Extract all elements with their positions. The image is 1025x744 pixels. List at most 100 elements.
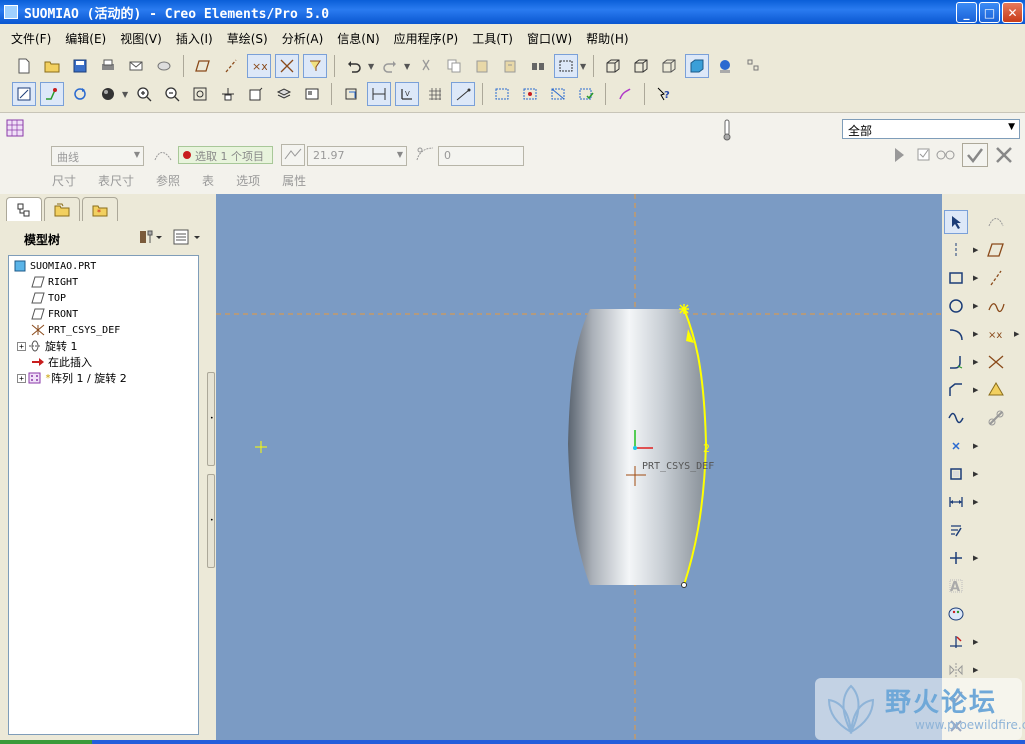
- value1-input[interactable]: 21.97 ▼: [307, 146, 407, 166]
- select-arrow-icon[interactable]: [944, 210, 968, 234]
- analysis-icon[interactable]: [984, 378, 1008, 402]
- cut-icon[interactable]: [414, 54, 438, 78]
- panel-splitter[interactable]: •: [207, 474, 215, 568]
- new-file-icon[interactable]: [12, 54, 36, 78]
- refit-icon[interactable]: [188, 82, 212, 106]
- accept-check-icon[interactable]: [962, 143, 988, 167]
- distance-type-icon[interactable]: [281, 144, 305, 166]
- send-link-icon[interactable]: [152, 54, 176, 78]
- arc-icon[interactable]: [944, 322, 968, 346]
- selection-box-icon[interactable]: [554, 54, 578, 78]
- datum-plane-tool-icon[interactable]: [191, 54, 215, 78]
- view-manager-icon[interactable]: [300, 82, 324, 106]
- copy-icon[interactable]: [442, 54, 466, 78]
- tab-tables[interactable]: 表: [202, 172, 214, 189]
- tree-node-revolve-1[interactable]: + 旋转 1: [17, 338, 78, 354]
- sketch-orientation-icon[interactable]: [12, 82, 36, 106]
- maximize-button[interactable]: □: [979, 2, 1000, 23]
- value2-input[interactable]: 0: [438, 146, 524, 166]
- minimize-button[interactable]: _: [956, 2, 977, 23]
- datum-csys-icon[interactable]: [984, 350, 1008, 374]
- help-whats-this-icon[interactable]: ?: [652, 82, 676, 106]
- tab-properties[interactable]: 属性: [282, 172, 306, 189]
- regenerate-icon[interactable]: [68, 82, 92, 106]
- print-icon[interactable]: [96, 54, 120, 78]
- tree-show-icon[interactable]: [172, 228, 202, 249]
- text-icon[interactable]: A: [944, 574, 968, 598]
- datum-curve-icon[interactable]: [984, 294, 1008, 318]
- expand-icon[interactable]: +: [17, 341, 26, 351]
- wireframe-icon[interactable]: [601, 54, 625, 78]
- trim-icon[interactable]: [944, 630, 968, 654]
- shade-closed-icon[interactable]: [546, 82, 570, 106]
- model-tree-display-icon[interactable]: [741, 54, 765, 78]
- palette-icon[interactable]: [944, 602, 968, 626]
- tree-node-top[interactable]: TOP: [31, 290, 66, 306]
- tree-node-front[interactable]: FRONT: [31, 306, 78, 322]
- menu-applications[interactable]: 应用程序(P): [387, 30, 466, 47]
- rectangle-icon[interactable]: [944, 266, 968, 290]
- tree-node-pattern[interactable]: + * 阵列 1 / 旋转 2: [17, 370, 127, 386]
- panel-splitter[interactable]: •: [207, 372, 215, 466]
- menu-file[interactable]: 文件(F): [4, 30, 58, 47]
- csys-display-icon[interactable]: [275, 54, 299, 78]
- graphics-canvas[interactable]: PRT_CSYS_DEF 2: [216, 194, 942, 740]
- favorites-tab-icon[interactable]: *: [82, 197, 118, 221]
- datum-point-display-icon[interactable]: ×x: [247, 54, 271, 78]
- pause-play-icon[interactable]: [892, 146, 906, 167]
- layers-icon[interactable]: [272, 82, 296, 106]
- chain-icon[interactable]: [984, 406, 1008, 430]
- centerline-icon[interactable]: [944, 238, 968, 262]
- redo-icon[interactable]: [378, 54, 402, 78]
- grid-display-icon[interactable]: [423, 82, 447, 106]
- menu-info[interactable]: 信息(N): [330, 30, 386, 47]
- selection-dropdown-icon[interactable]: ▼: [580, 62, 588, 71]
- point-icon[interactable]: [944, 434, 968, 458]
- folder-browser-tab-icon[interactable]: [44, 197, 80, 221]
- dimension-icon[interactable]: [944, 490, 968, 514]
- reorient-icon[interactable]: [216, 82, 240, 106]
- datum-plane-icon[interactable]: [984, 238, 1008, 262]
- graphics-window[interactable]: PRT_CSYS_DEF 2: [216, 194, 942, 740]
- orientation-dropdown-icon[interactable]: ▼: [122, 90, 130, 99]
- chamfer-icon[interactable]: [944, 378, 968, 402]
- curve-type-dropdown[interactable]: 曲线 ▼: [51, 146, 144, 166]
- selection-filter-dropdown[interactable]: 全部 ▼: [842, 119, 1020, 139]
- tree-node-csys[interactable]: PRT_CSYS_DEF: [31, 322, 120, 338]
- tab-dimensions[interactable]: 尺寸: [52, 172, 76, 189]
- menu-sketch[interactable]: 草绘(S): [220, 30, 275, 47]
- zoom-in-icon[interactable]: [132, 82, 156, 106]
- tab-table-dimensions[interactable]: 表尺寸: [98, 172, 134, 189]
- dimension-label[interactable]: 2: [703, 442, 710, 455]
- spline-icon[interactable]: [944, 406, 968, 430]
- datum-point-icon[interactable]: ×x: [984, 322, 1008, 346]
- appearance-icon[interactable]: [713, 54, 737, 78]
- arc-startpoint-icon[interactable]: [679, 304, 689, 314]
- dashboard-grid-icon[interactable]: [6, 119, 24, 137]
- send-mail-icon[interactable]: [124, 54, 148, 78]
- arc-endpoint[interactable]: [681, 582, 687, 588]
- menu-analysis[interactable]: 分析(A): [275, 30, 331, 47]
- preview-check-icon[interactable]: [916, 146, 956, 167]
- close-button[interactable]: ✕: [1002, 2, 1023, 23]
- menu-insert[interactable]: 插入(I): [169, 30, 220, 47]
- find-icon[interactable]: [526, 54, 550, 78]
- start-button[interactable]: [0, 740, 92, 744]
- sketch-color-icon[interactable]: [613, 82, 637, 106]
- save-icon[interactable]: [68, 54, 92, 78]
- circle-icon[interactable]: [944, 294, 968, 318]
- constrain-icon[interactable]: [944, 546, 968, 570]
- modify-icon[interactable]: [944, 518, 968, 542]
- zoom-out-icon[interactable]: [160, 82, 184, 106]
- tree-node-insert-here[interactable]: 在此插入: [31, 354, 92, 370]
- sketch-constraint-icon[interactable]: [40, 82, 64, 106]
- tab-references[interactable]: 参照: [156, 172, 180, 189]
- menu-window[interactable]: 窗口(W): [520, 30, 579, 47]
- fillet-icon[interactable]: [944, 350, 968, 374]
- use-edge-icon[interactable]: [944, 462, 968, 486]
- feature-requirements-icon[interactable]: [574, 82, 598, 106]
- undo-dropdown-icon[interactable]: ▼: [368, 62, 376, 71]
- tree-settings-icon[interactable]: [138, 228, 164, 249]
- hidden-line-icon[interactable]: [629, 54, 653, 78]
- menu-edit[interactable]: 编辑(E): [58, 30, 113, 47]
